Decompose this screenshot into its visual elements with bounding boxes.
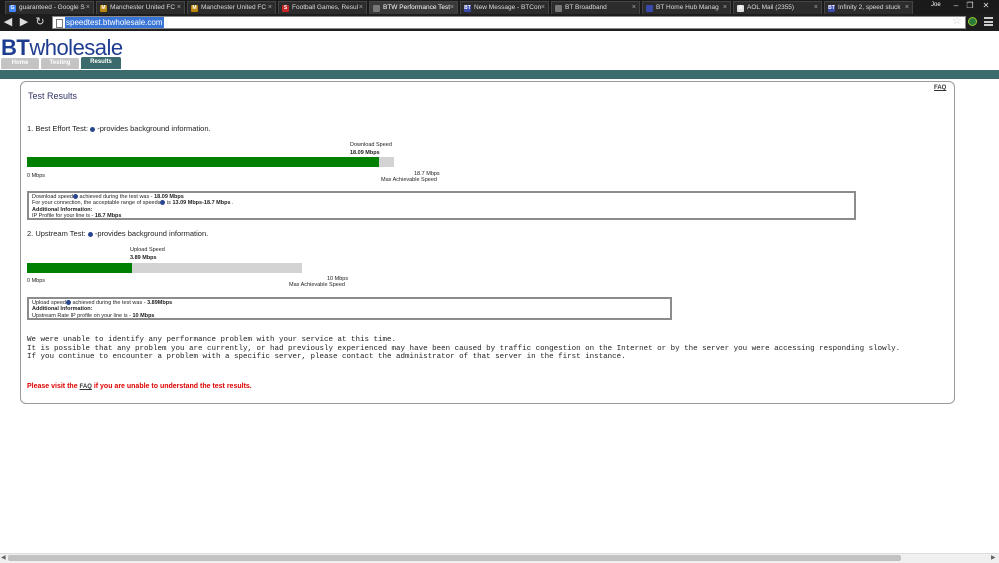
- download-speed-label: Download Speed: [350, 142, 392, 148]
- tab-title: Manchester United FC: [201, 4, 267, 11]
- page-title: Test Results: [28, 91, 78, 101]
- upstream-heading: 2. Upstream Test: -provides background i…: [27, 229, 209, 238]
- page-icon: [56, 19, 63, 28]
- tab-title: Infinity 2, speed stuck: [838, 4, 901, 11]
- tab-close-icon[interactable]: ×: [541, 2, 545, 14]
- tab-close-icon[interactable]: ×: [359, 2, 363, 14]
- nav-tab-home[interactable]: Home: [1, 58, 39, 69]
- tab-favicon-icon: BT: [464, 5, 471, 12]
- tab-close-icon[interactable]: ×: [905, 2, 909, 14]
- extension-icon[interactable]: [968, 17, 977, 26]
- bt-wholesale-logo[interactable]: BTwholesale: [1, 37, 123, 59]
- forward-icon[interactable]: ▶: [18, 15, 30, 29]
- upload-max-label: Max Achievable Speed: [289, 282, 345, 288]
- result-paragraph: It is possible that any problem you are …: [27, 345, 901, 353]
- browser-toolbar: ◀ ▶ ↻ speedtest.btwholesale.com ☆: [0, 14, 999, 31]
- tab-title: guaranteed - Google S: [19, 4, 85, 11]
- back-icon[interactable]: ◀: [2, 15, 14, 29]
- bookmark-star-icon[interactable]: ☆: [952, 14, 962, 27]
- address-bar[interactable]: speedtest.btwholesale.com: [52, 16, 966, 29]
- tab-favicon-icon: A: [737, 5, 744, 12]
- reload-icon[interactable]: ↻: [34, 15, 46, 29]
- best-effort-heading: 1. Best Effort Test: -provides backgroun…: [27, 124, 211, 133]
- upload-speed-bar-fill: [27, 263, 132, 273]
- faq-notice: Please visit the FAQ if you are unable t…: [27, 383, 252, 390]
- tab-favicon-icon: G: [9, 5, 16, 12]
- tab-favicon-icon: BT: [828, 5, 835, 12]
- tab-favicon-icon: S: [282, 5, 289, 12]
- tab-favicon-icon: M: [191, 5, 198, 12]
- browser-tab[interactable]: BT Broadband ×: [551, 1, 640, 14]
- tab-favicon-icon: [646, 5, 653, 12]
- tab-close-icon[interactable]: ×: [632, 2, 636, 14]
- browser-tab[interactable]: M Manchester United FC ×: [187, 1, 276, 14]
- close-window-icon[interactable]: ✕: [980, 1, 992, 11]
- nav-tab-results[interactable]: Results: [81, 57, 121, 69]
- upload-speed-value: 3.89 Mbps: [130, 255, 157, 261]
- browser-tab[interactable]: Gguaranteed - Google S ×: [5, 1, 94, 14]
- tab-favicon-icon: M: [100, 5, 107, 12]
- browser-tab[interactable]: A AOL Mail (2355) ×: [733, 1, 822, 14]
- scrollbar-thumb[interactable]: [8, 555, 901, 561]
- download-min-label: 0 Mbps: [27, 173, 46, 179]
- download-max-label: Max Achievable Speed: [381, 177, 437, 183]
- tab-close-icon[interactable]: ×: [723, 2, 727, 14]
- tab-favicon-icon: [373, 5, 380, 12]
- download-speed-bar: [27, 157, 394, 167]
- browser-tab[interactable]: BT New Message - BTCon ×: [460, 1, 549, 14]
- address-bar-url[interactable]: speedtest.btwholesale.com: [65, 17, 164, 28]
- tab-title: BTW Performance Test: [383, 4, 451, 11]
- tab-close-icon[interactable]: ×: [450, 2, 454, 14]
- browser-tab[interactable]: S Football Games, Resul ×: [278, 1, 367, 14]
- restore-icon[interactable]: ❐: [964, 1, 976, 11]
- browser-tab[interactable]: BT Infinity 2, speed stuck ×: [824, 1, 913, 14]
- tab-title: Football Games, Resul: [292, 4, 359, 11]
- result-paragraph: We were unable to identify any performan…: [27, 336, 397, 344]
- faq-link[interactable]: FAQ: [934, 85, 946, 91]
- tab-close-icon[interactable]: ×: [177, 2, 181, 14]
- browser-tab-bar: Gguaranteed - Google S × M Manchester Unite…: [0, 0, 999, 14]
- minimize-icon[interactable]: –: [950, 1, 962, 11]
- download-speed-value: 18.09 Mbps: [350, 150, 380, 156]
- tab-close-icon[interactable]: ×: [268, 2, 272, 14]
- upload-min-label: 0 Mbps: [27, 278, 46, 284]
- tab-close-icon[interactable]: ×: [86, 2, 90, 14]
- browser-tab[interactable]: M Manchester United FC ×: [96, 1, 185, 14]
- browser-tab[interactable]: BT Home Hub Manag ×: [642, 1, 731, 14]
- header-bar: [0, 70, 999, 79]
- profile-user-label[interactable]: Joe: [931, 2, 941, 8]
- scroll-right-icon[interactable]: ▶: [991, 554, 996, 562]
- upload-speed-label: Upload Speed: [130, 247, 165, 253]
- nav-tab-testing[interactable]: Testing: [41, 58, 79, 69]
- tab-close-icon[interactable]: ×: [814, 2, 818, 14]
- scroll-left-icon[interactable]: ◀: [1, 554, 6, 562]
- tab-title: AOL Mail (2355): [747, 4, 795, 11]
- menu-icon[interactable]: [984, 17, 993, 28]
- tab-title: Manchester United FC: [110, 4, 176, 11]
- faq-notice-link[interactable]: FAQ: [80, 384, 92, 390]
- result-paragraph: If you continue to encounter a problem w…: [27, 353, 626, 361]
- tab-title: BT Broadband: [565, 4, 607, 11]
- upload-info-box: Upload speed achieved during the test wa…: [27, 297, 672, 320]
- upload-speed-bar: [27, 263, 302, 273]
- download-speed-bar-fill: [27, 157, 379, 167]
- download-info-box: Download speed achieved during the test …: [27, 191, 856, 220]
- tab-title: New Message - BTCon: [474, 4, 542, 11]
- tab-favicon-icon: [555, 5, 562, 12]
- tab-title: BT Home Hub Manag: [656, 4, 719, 11]
- browser-tab[interactable]: BTW Performance Test ×: [369, 1, 458, 14]
